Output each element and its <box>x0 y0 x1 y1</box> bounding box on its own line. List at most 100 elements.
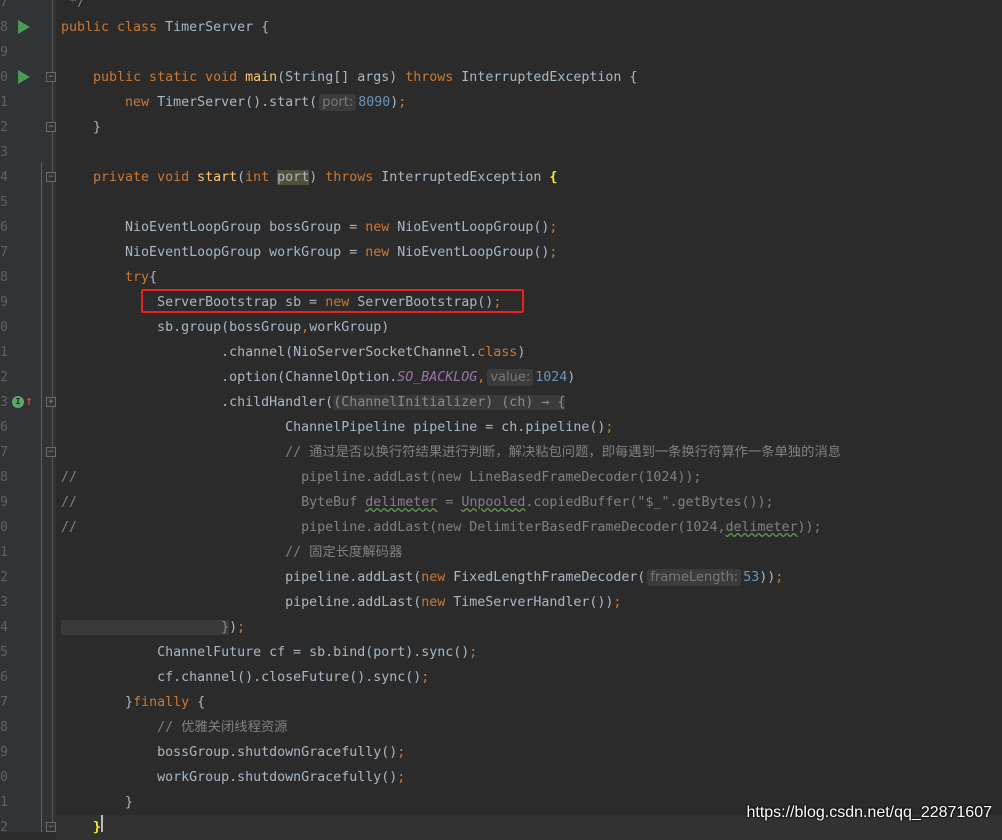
code-line: // ByteBuf delimeter = Unpooled.copiedBu… <box>61 490 774 515</box>
code-token: main <box>245 70 278 85</box>
line-number: 32 <box>0 370 8 385</box>
code-token: new <box>61 95 158 110</box>
code-token: FixedLengthFrameDecoder( <box>453 570 646 585</box>
code-token: 53 <box>743 570 760 585</box>
line-number: 30 <box>0 320 8 335</box>
line-number: 31 <box>0 345 8 360</box>
parameter-hint: frameLength: <box>647 569 742 586</box>
code-token: finally <box>133 695 198 710</box>
code-line: NioEventLoopGroup workGroup = new NioEve… <box>61 240 557 265</box>
watermark: https://blog.csdn.net/qq_22871607 <box>746 804 992 821</box>
line-number: 46 <box>0 670 8 685</box>
code-token: NioEventLoopGroup() <box>397 220 550 235</box>
code-token: // pipeline.addLast(new LineBasedFrameDe… <box>61 470 702 485</box>
code-token: , <box>301 320 310 335</box>
parameter-hint: port: <box>319 94 357 111</box>
line-number: 36 <box>0 420 8 435</box>
fold-collapse-icon[interactable]: − <box>46 822 56 832</box>
code-token: delimeter <box>725 520 798 535</box>
code-token: )); <box>797 520 822 535</box>
line-number: 52 <box>0 820 8 835</box>
code-line: .childHandler((ChannelInitializer) (ch) … <box>61 390 566 415</box>
code-token: delimeter <box>365 495 438 510</box>
code-line: // 通过是否以换行符结果进行判断，解决粘包问题，即每遇到一条换行符算作一条单独… <box>61 440 841 465</box>
line-number: 19 <box>0 45 8 60</box>
code-line: // pipeline.addLast(new DelimiterBasedFr… <box>61 515 822 540</box>
line-number: 27 <box>0 245 8 260</box>
code-line: new TimerServer().start(port: 8090); <box>61 90 406 115</box>
line-number: 17 <box>0 0 8 10</box>
code-line: ChannelPipeline pipeline = ch.pipeline()… <box>61 415 613 440</box>
line-number: 24 <box>0 170 8 185</box>
fold-collapse-icon[interactable]: − <box>46 447 56 457</box>
code-token: ) <box>309 170 326 185</box>
folded-code[interactable]: } <box>61 620 230 635</box>
code-token: throws <box>405 70 462 85</box>
code-token: new <box>365 245 398 260</box>
code-token: bossGroup.shutdownGracefully() <box>61 745 398 760</box>
code-line: workGroup.shutdownGracefully(); <box>61 765 405 790</box>
code-token: public static void <box>61 70 246 85</box>
line-number: 48 <box>0 720 8 735</box>
code-token: ) <box>229 620 238 635</box>
line-number: 20 <box>0 70 8 85</box>
code-token: ; <box>549 245 558 260</box>
code-token: public class <box>61 20 166 35</box>
code-token: .channel(NioServerSocketChannel. <box>61 345 478 360</box>
code-token: { <box>197 695 206 710</box>
code-line: // pipeline.addLast(new LineBasedFrameDe… <box>61 465 701 490</box>
code-token: NioEventLoopGroup bossGroup = <box>61 220 366 235</box>
line-number: 51 <box>0 795 8 810</box>
implements-icon[interactable]: I <box>12 396 24 408</box>
code-line: pipeline.addLast(new TimeServerHandler()… <box>61 590 621 615</box>
code-token: ; <box>469 645 478 660</box>
code-line: .option(ChannelOption.SO_BACKLOG, value: 1… <box>61 365 575 390</box>
line-number: 45 <box>0 645 8 660</box>
code-token: ( <box>237 170 246 185</box>
code-line: } <box>61 790 133 815</box>
fold-expand-icon[interactable]: + <box>46 397 56 407</box>
code-line: // 固定长度解码器 <box>61 540 402 565</box>
code-token: new <box>421 570 454 585</box>
code-line: }finally { <box>61 690 205 715</box>
code-token: ; <box>237 620 246 635</box>
line-number: 29 <box>0 295 8 310</box>
run-icon[interactable] <box>18 20 30 34</box>
override-arrow-icon[interactable]: ↑ <box>25 395 33 409</box>
code-token: .option(ChannelOption. <box>61 370 398 385</box>
line-number: 23 <box>0 145 8 160</box>
code-token: new <box>421 595 454 610</box>
fold-collapse-icon[interactable]: − <box>46 172 56 182</box>
fold-collapse-icon[interactable]: − <box>46 72 56 82</box>
code-line: .channel(NioServerSocketChannel.class) <box>61 340 525 365</box>
code-token: // ByteBuf <box>61 495 366 510</box>
highlight-annotation-box <box>141 289 524 313</box>
line-number: 28 <box>0 270 8 285</box>
code-line: bossGroup.shutdownGracefully(); <box>61 740 405 765</box>
code-token: { <box>149 270 158 285</box>
code-line: // 优雅关闭线程资源 <box>61 715 287 740</box>
code-token: // 通过是否以换行符结果进行判断，解决粘包问题，即每遇到一条换行符算作一条单独… <box>61 445 842 460</box>
line-number: 43 <box>0 595 8 610</box>
code-line: cf.channel().closeFuture().sync(); <box>61 665 429 690</box>
code-line: }); <box>61 615 245 640</box>
folded-code[interactable]: (ChannelInitializer) (ch) → { <box>333 395 566 410</box>
code-token: = <box>437 495 462 510</box>
code-token: sb.group(bossGroup <box>61 320 302 335</box>
line-number: 42 <box>0 570 8 585</box>
line-number: 22 <box>0 120 8 135</box>
vcs-change-marker <box>41 162 42 832</box>
code-token: .childHandler( <box>61 395 334 410</box>
code-line: } <box>61 815 101 840</box>
text-caret <box>101 815 103 832</box>
code-token: } <box>61 795 134 810</box>
code-token: 1024 <box>535 370 568 385</box>
fold-collapse-icon[interactable]: − <box>46 122 56 132</box>
line-number: 25 <box>0 195 8 210</box>
code-token: cf.channel().closeFuture().sync() <box>61 670 422 685</box>
code-token: TimerServer().start( <box>157 95 318 110</box>
code-token: .copiedBuffer("$_".getBytes()); <box>525 495 774 510</box>
code-token: workGroup) <box>309 320 390 335</box>
code-token: } <box>61 120 102 135</box>
run-icon[interactable] <box>18 70 30 84</box>
